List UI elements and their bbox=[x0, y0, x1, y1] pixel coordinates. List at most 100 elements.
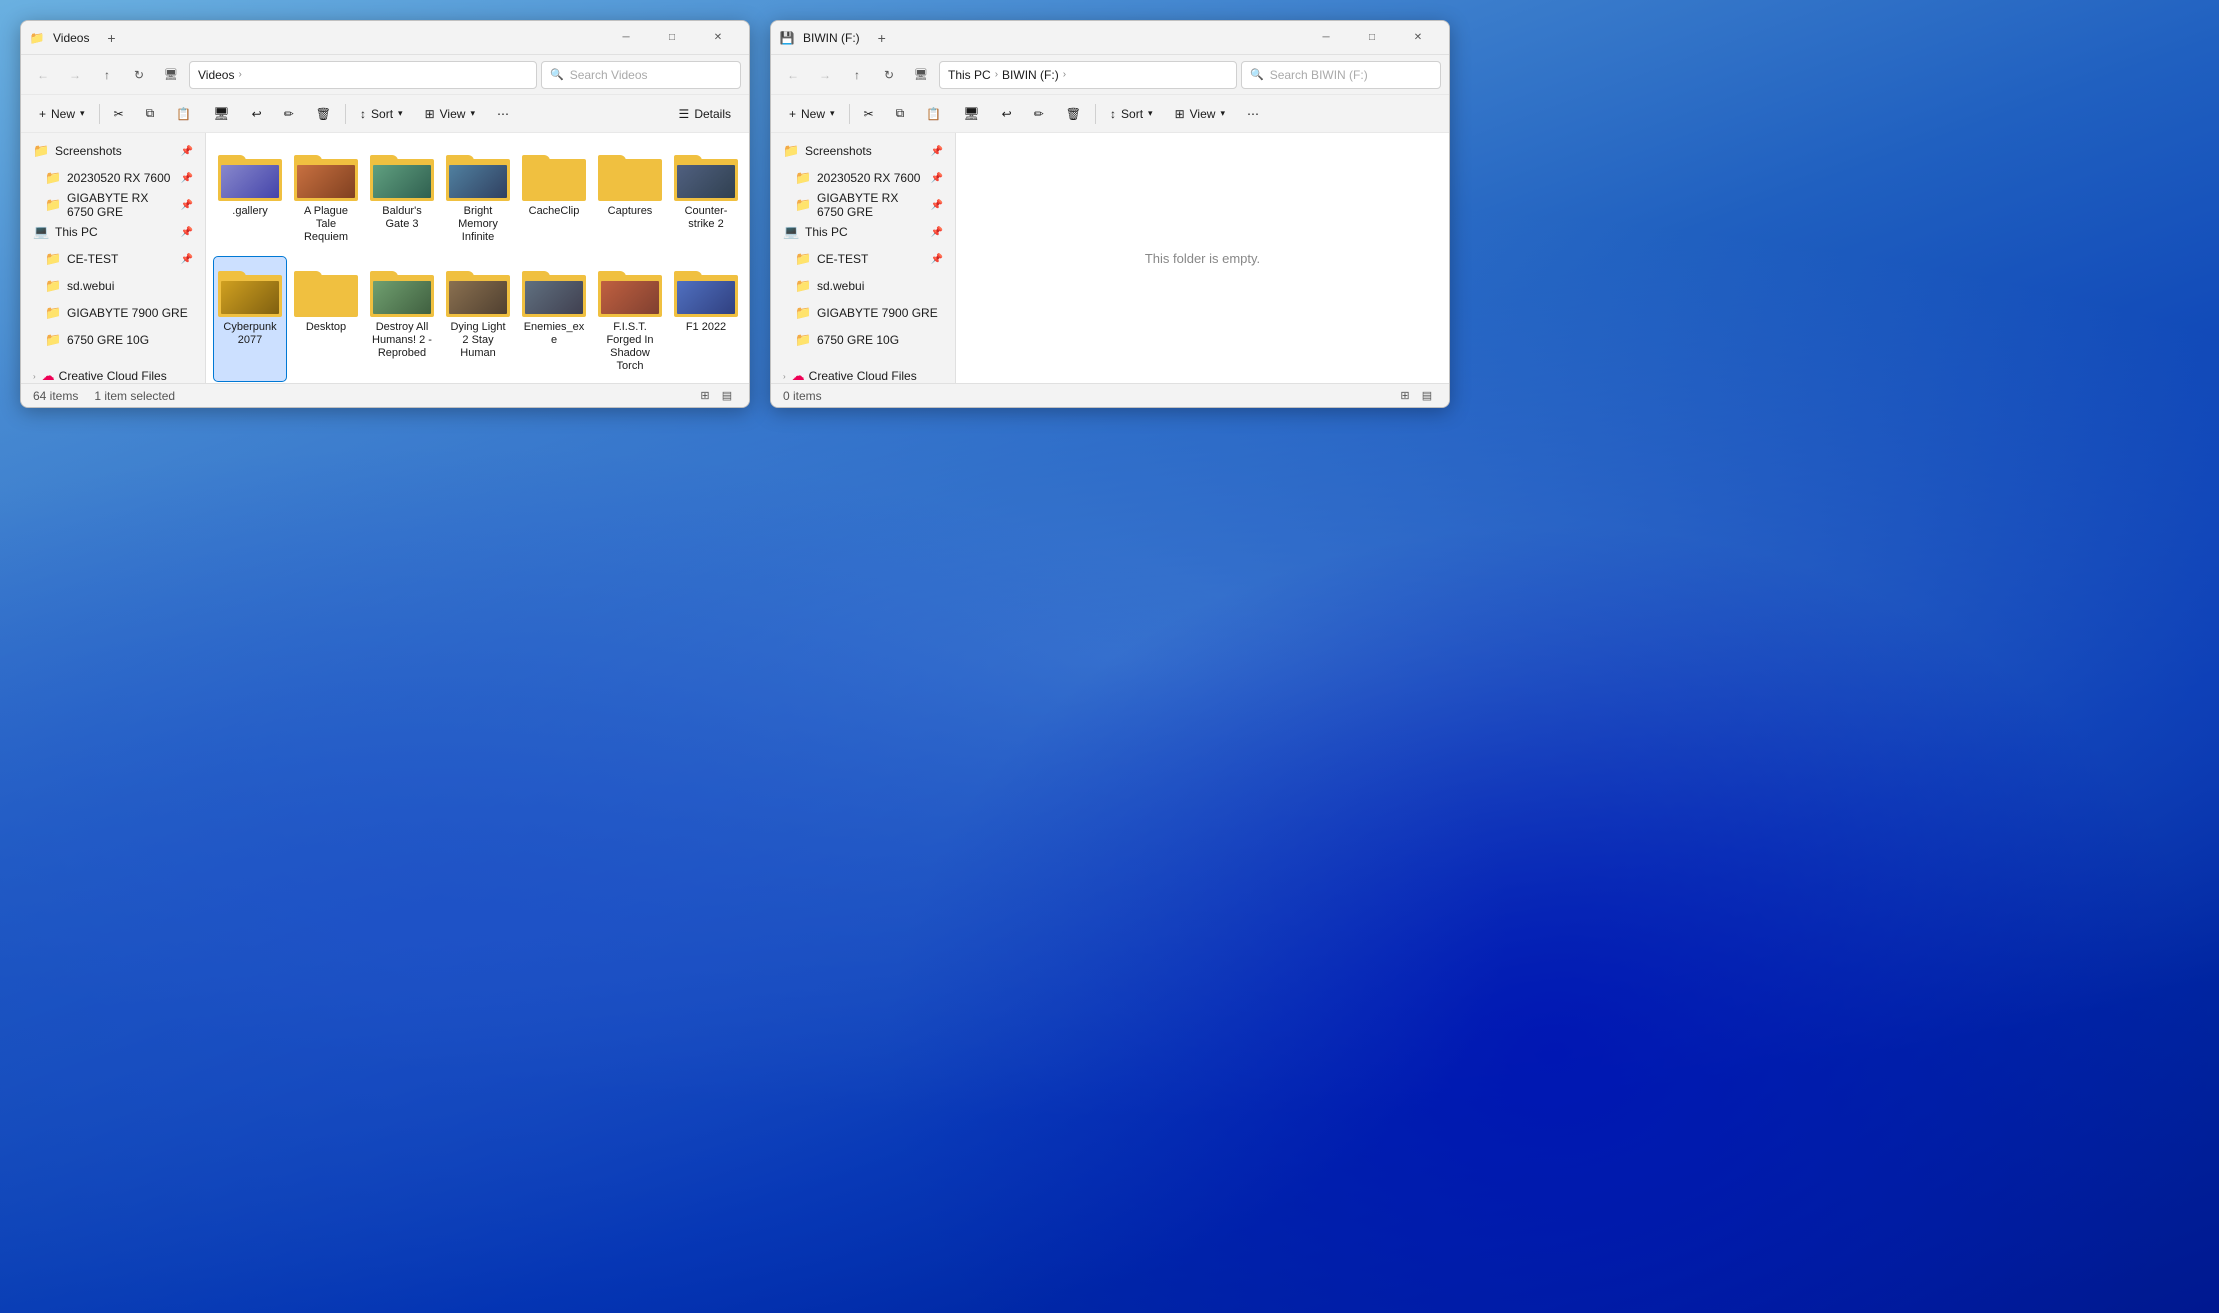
breadcrumb-text: Videos bbox=[198, 68, 234, 82]
sidebar-creative-cloud[interactable]: › ☁ Creative Cloud Files bbox=[25, 363, 201, 383]
file-item-enemies[interactable]: Enemies_exe bbox=[518, 257, 590, 382]
close-button-biwin[interactable]: ✕ bbox=[1395, 21, 1441, 55]
sort-button-videos[interactable]: ↕ Sort ▾ bbox=[350, 100, 413, 128]
paste-button[interactable]: 📋 bbox=[166, 100, 201, 128]
pin-icon: 📌 bbox=[181, 200, 193, 211]
sidebar-cetest-b[interactable]: 📁 CE-TEST 📌 bbox=[775, 246, 951, 272]
maximize-button-videos[interactable]: □ bbox=[649, 21, 695, 55]
file-item-captures[interactable]: Captures bbox=[594, 141, 666, 253]
view-chevron: ▾ bbox=[470, 108, 475, 119]
new-icon: + bbox=[39, 107, 46, 121]
refresh-button-videos[interactable]: ↻ bbox=[125, 61, 153, 89]
sort-button-biwin[interactable]: ↕ Sort ▾ bbox=[1100, 100, 1163, 128]
new-button-biwin[interactable]: + New ▾ bbox=[779, 100, 845, 128]
undo-button[interactable]: ↩ bbox=[242, 100, 272, 128]
empty-folder-message: This folder is empty. bbox=[964, 141, 1441, 375]
undo-button-b[interactable]: ↩ bbox=[992, 100, 1022, 128]
pc-button-videos[interactable]: 🖥 bbox=[157, 61, 185, 89]
rename-button-b[interactable]: ✏ bbox=[1024, 100, 1054, 128]
pc-icon-btn[interactable]: 🖥 bbox=[203, 100, 240, 128]
new-chevron: ▾ bbox=[830, 108, 835, 119]
paste-button-b[interactable]: 📋 bbox=[916, 100, 951, 128]
file-item-dyinglight[interactable]: Dying Light 2 Stay Human bbox=[442, 257, 514, 382]
file-item-baldur[interactable]: Baldur's Gate 3 bbox=[366, 141, 438, 253]
file-item-plague[interactable]: A Plague Tale Requiem bbox=[290, 141, 362, 253]
more-button-biwin[interactable]: ⋯ bbox=[1237, 100, 1269, 128]
view-button-videos[interactable]: ⊞ View ▾ bbox=[415, 100, 485, 128]
folder-icon: 📁 bbox=[795, 197, 811, 213]
folder-icon: 📁 bbox=[45, 278, 61, 294]
file-item-cyberpunk[interactable]: Cyberpunk 2077 bbox=[214, 257, 286, 382]
cut-button-b[interactable]: ✂ bbox=[854, 100, 884, 128]
file-item-bright[interactable]: Bright Memory Infinite bbox=[442, 141, 514, 253]
pc-icon-btn-b[interactable]: 🖥 bbox=[953, 100, 990, 128]
list-view-btn[interactable]: ▤ bbox=[717, 387, 737, 405]
rename-button[interactable]: ✏ bbox=[274, 100, 304, 128]
sidebar-rx7600-b[interactable]: 📁 20230520 RX 7600 📌 bbox=[775, 165, 951, 191]
back-button-videos[interactable]: ← bbox=[29, 61, 57, 89]
copy-button-b[interactable]: ⧉ bbox=[886, 100, 915, 128]
up-button-videos[interactable]: ↑ bbox=[93, 61, 121, 89]
file-item-fist[interactable]: F.I.S.T. Forged In Shadow Torch bbox=[594, 257, 666, 382]
folder-icon: 📁 bbox=[795, 170, 811, 186]
grid-view-btn-b[interactable]: ⊞ bbox=[1395, 387, 1415, 405]
close-button-videos[interactable]: ✕ bbox=[695, 21, 741, 55]
list-view-btn-b[interactable]: ▤ bbox=[1417, 387, 1437, 405]
sidebar-sdwebui[interactable]: 📁 sd.webui bbox=[25, 273, 201, 299]
details-button[interactable]: ☰ Details bbox=[669, 100, 741, 128]
file-item-cs2[interactable]: Counter-strike 2 bbox=[670, 141, 742, 253]
sidebar-screenshots[interactable]: 📁 Screenshots 📌 bbox=[25, 138, 201, 164]
forward-button-videos[interactable]: → bbox=[61, 61, 89, 89]
cut-button[interactable]: ✂ bbox=[104, 100, 134, 128]
pc-button-biwin[interactable]: 🖥 bbox=[907, 61, 935, 89]
sidebar-thispc-b[interactable]: 💻 This PC 📌 bbox=[775, 219, 951, 245]
up-button-biwin[interactable]: ↑ bbox=[843, 61, 871, 89]
sidebar-label: GIGABYTE 7900 GRE bbox=[817, 306, 938, 320]
forward-button-biwin[interactable]: → bbox=[811, 61, 839, 89]
item-count-videos: 64 items bbox=[33, 389, 78, 403]
sidebar-creative-cloud-b[interactable]: › ☁ Creative Cloud Files bbox=[775, 363, 951, 383]
sidebar-thispc[interactable]: 💻 This PC 📌 bbox=[25, 219, 201, 245]
pin-icon: 📌 bbox=[931, 173, 943, 184]
refresh-button-biwin[interactable]: ↻ bbox=[875, 61, 903, 89]
sidebar-7900gre-b[interactable]: 📁 GIGABYTE 7900 GRE bbox=[775, 300, 951, 326]
sidebar-cetest[interactable]: 📁 CE-TEST 📌 bbox=[25, 246, 201, 272]
folder-icon-cyberpunk bbox=[218, 265, 282, 317]
maximize-button-biwin[interactable]: □ bbox=[1349, 21, 1395, 55]
cc-icon: ☁ bbox=[42, 368, 55, 383]
new-button-videos[interactable]: + New ▾ bbox=[29, 100, 95, 128]
sidebar-sdwebui-b[interactable]: 📁 sd.webui bbox=[775, 273, 951, 299]
more-button-videos[interactable]: ⋯ bbox=[487, 100, 519, 128]
copy-button[interactable]: ⧉ bbox=[136, 100, 165, 128]
view-button-biwin[interactable]: ⊞ View ▾ bbox=[1165, 100, 1235, 128]
status-bar-biwin: 0 items ⊞ ▤ bbox=[771, 383, 1449, 407]
pin-icon: 📌 bbox=[181, 173, 193, 184]
thumb-baldur bbox=[373, 165, 431, 198]
sidebar-rx6750-b[interactable]: 📁 GIGABYTE RX 6750 GRE 📌 bbox=[775, 192, 951, 218]
sidebar-6750gre10g-b[interactable]: 📁 6750 GRE 10G bbox=[775, 327, 951, 353]
sidebar-screenshots-b[interactable]: 📁 Screenshots 📌 bbox=[775, 138, 951, 164]
sidebar-6750gre10g[interactable]: 📁 6750 GRE 10G bbox=[25, 327, 201, 353]
back-button-biwin[interactable]: ← bbox=[779, 61, 807, 89]
search-box-videos[interactable]: 🔍 Search Videos bbox=[541, 61, 741, 89]
file-item-f12022[interactable]: F1 2022 bbox=[670, 257, 742, 382]
file-item-destroy[interactable]: Destroy All Humans! 2 - Reprobed bbox=[366, 257, 438, 382]
sidebar-label: CE-TEST bbox=[817, 252, 868, 266]
new-tab-button-videos[interactable]: + bbox=[97, 24, 125, 52]
delete-button[interactable]: 🗑 bbox=[306, 100, 341, 128]
breadcrumb-biwin[interactable]: This PC › BIWIN (F:) › bbox=[939, 61, 1237, 89]
new-tab-button-biwin[interactable]: + bbox=[868, 24, 896, 52]
minimize-button-biwin[interactable]: ─ bbox=[1303, 21, 1349, 55]
delete-button-b[interactable]: 🗑 bbox=[1056, 100, 1091, 128]
file-item-cacheclip[interactable]: CacheClip bbox=[518, 141, 590, 253]
search-box-biwin[interactable]: 🔍 Search BIWIN (F:) bbox=[1241, 61, 1441, 89]
sidebar-rx6750[interactable]: 📁 GIGABYTE RX 6750 GRE 📌 bbox=[25, 192, 201, 218]
grid-view-btn[interactable]: ⊞ bbox=[695, 387, 715, 405]
sidebar-rx7600[interactable]: 📁 20230520 RX 7600 📌 bbox=[25, 165, 201, 191]
minimize-button-videos[interactable]: ─ bbox=[603, 21, 649, 55]
breadcrumb-videos[interactable]: Videos › bbox=[189, 61, 537, 89]
sidebar-label: 20230520 RX 7600 bbox=[67, 171, 170, 185]
file-item-gallery[interactable]: .gallery bbox=[214, 141, 286, 253]
sidebar-7900gre[interactable]: 📁 GIGABYTE 7900 GRE bbox=[25, 300, 201, 326]
file-item-desktop[interactable]: Desktop bbox=[290, 257, 362, 382]
